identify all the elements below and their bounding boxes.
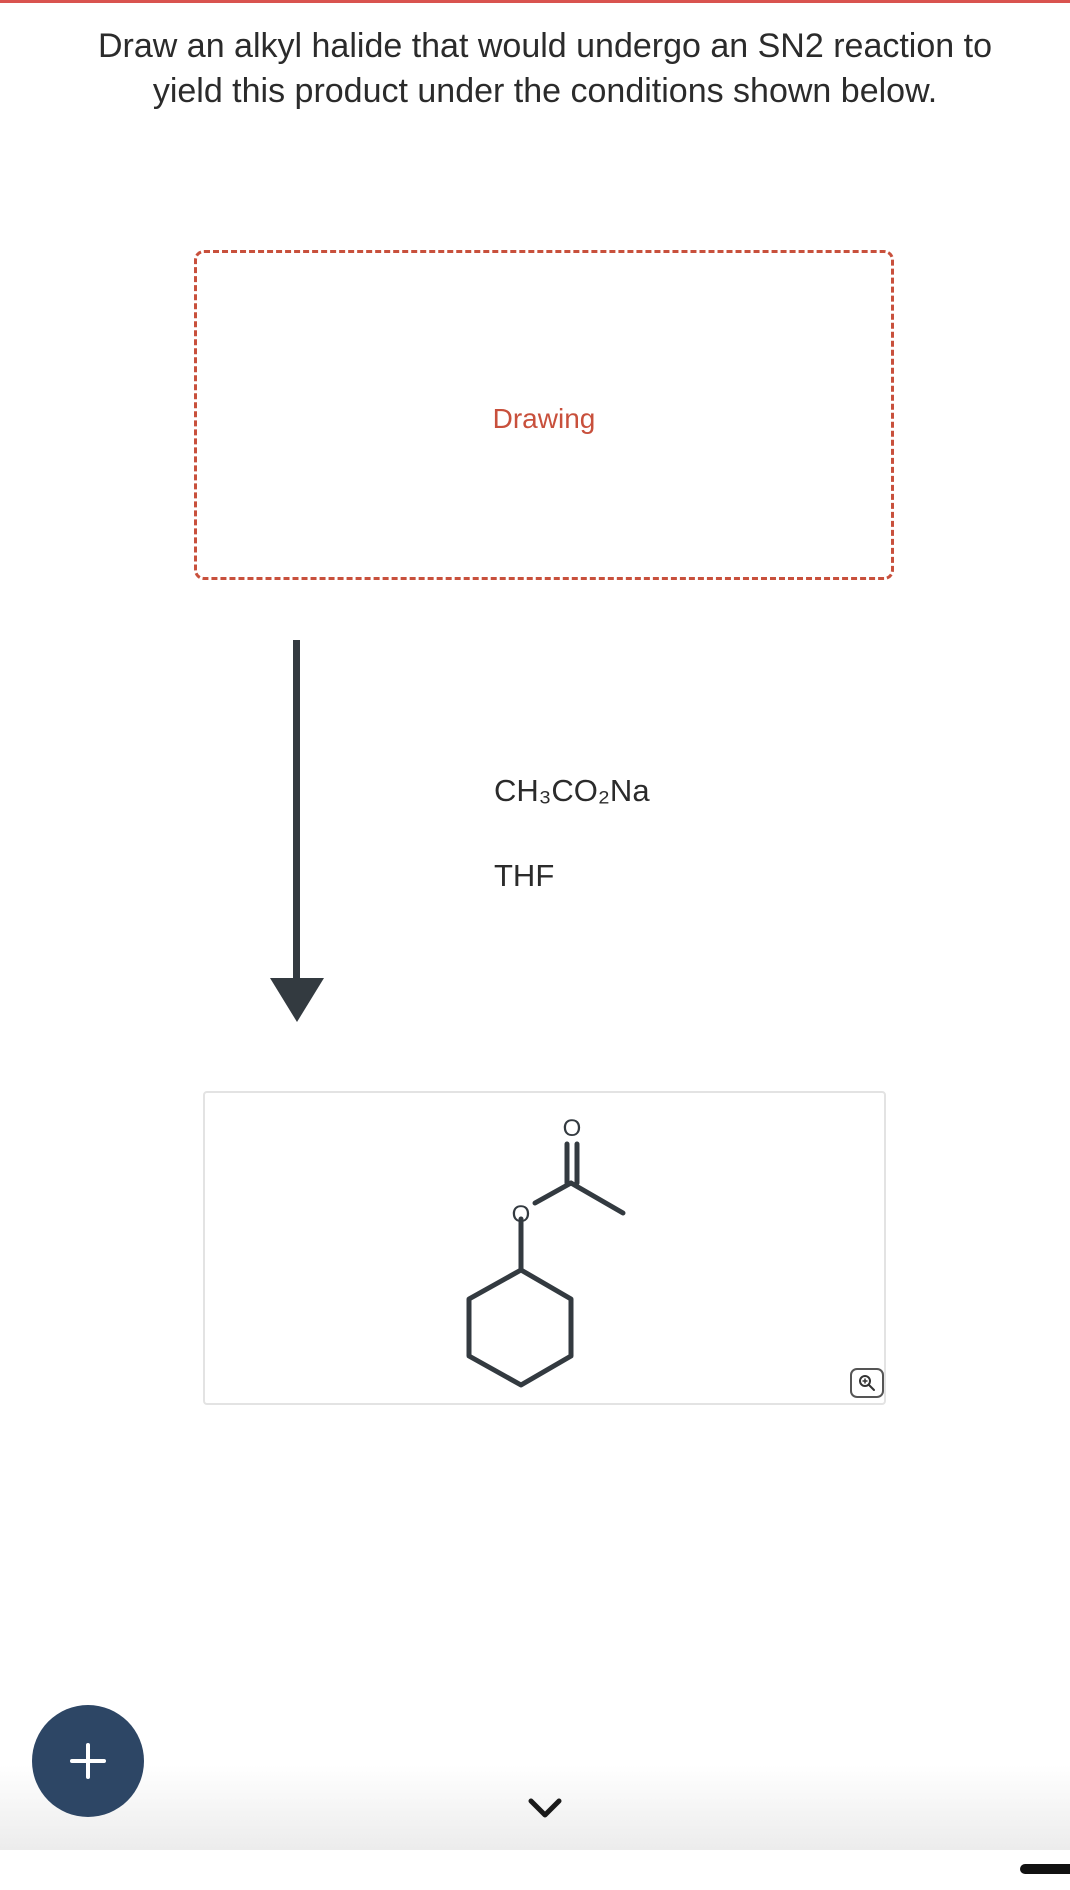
chevron-down-icon[interactable] — [525, 1795, 565, 1823]
reagent-sodium-acetate: CH₃CO₂Na — [494, 773, 650, 808]
ester-oxygen-label: O — [512, 1201, 531, 1228]
question-text: Draw an alkyl halide that would undergo … — [98, 27, 992, 110]
drawing-label: Drawing — [492, 403, 596, 434]
zoom-in-icon — [859, 1375, 875, 1391]
zoom-button[interactable] — [850, 1368, 884, 1398]
reaction-arrow — [270, 640, 324, 1022]
home-indicator — [1020, 1864, 1070, 1874]
drawing-area[interactable]: Drawing — [194, 250, 894, 580]
bond-methyl — [568, 1180, 626, 1216]
bond-oxygen-carbonyl — [532, 1180, 574, 1206]
reagent-solvent: THF — [494, 858, 555, 893]
product-structure-panel: O O — [203, 1091, 886, 1405]
add-button[interactable] — [32, 1705, 144, 1817]
bottom-strip — [0, 1850, 1070, 1890]
plus-icon — [70, 1743, 106, 1779]
carbonyl-oxygen-label: O — [563, 1115, 582, 1142]
product-molecule: O O — [466, 1115, 626, 1388]
cyclohexane-ring — [466, 1267, 574, 1388]
top-accent-bar — [0, 0, 1070, 3]
